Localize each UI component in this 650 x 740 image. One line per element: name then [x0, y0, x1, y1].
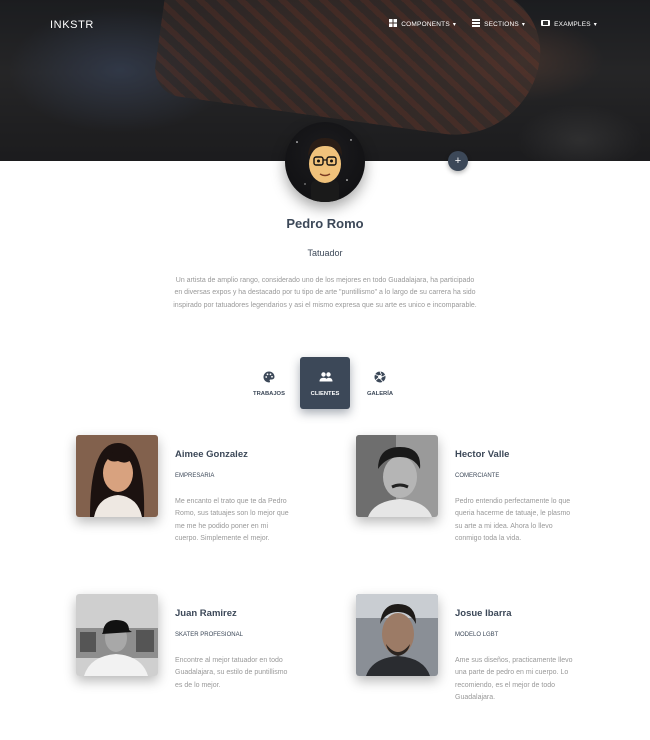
profile-role: Tatuador: [307, 248, 343, 258]
client-title: MODELO LGBT: [455, 632, 499, 638]
profile-name: Pedro Romo: [286, 216, 364, 231]
client-photo: [76, 594, 158, 676]
tab-trabajos[interactable]: TRABAJOS: [244, 357, 294, 409]
client-name: Juan Ramirez: [175, 608, 237, 619]
brand-logo[interactable]: INKSTR: [50, 19, 94, 31]
client-title: COMERCIANTE: [455, 473, 500, 479]
client-photo: [356, 435, 438, 517]
add-button[interactable]: +: [448, 151, 468, 171]
navbar: COMPONENTS ▾ SECTIONS ▾ EXAMPLES ▾: [389, 19, 650, 29]
camera-aperture-icon: [374, 371, 386, 383]
client-name: Josue Ibarra: [455, 608, 512, 619]
profile-avatar: [285, 122, 365, 202]
palette-grid-icon: [389, 19, 398, 29]
client-card: Josue Ibarra MODELO LGBT Ame sus diseños…: [356, 594, 596, 724]
palette-icon: [263, 371, 275, 383]
nav-components[interactable]: COMPONENTS ▾: [389, 19, 456, 29]
tab-galeria[interactable]: GALERÍA: [355, 357, 405, 409]
client-title: EMPRESARIA: [175, 473, 215, 479]
client-name: Hector Valle: [455, 449, 510, 460]
profile-tabs: TRABAJOS CLIENTES GALERÍA: [0, 357, 650, 411]
client-quote: Encontre al mejor tatuador en todo Guada…: [175, 657, 288, 689]
client-photo: [76, 435, 158, 517]
layers-icon: [472, 19, 481, 29]
client-card: Hector Valle COMERCIANTE Pedro entendio …: [356, 435, 596, 565]
people-icon: [319, 371, 333, 383]
caret-down-icon: ▾: [521, 21, 526, 28]
nav-examples[interactable]: EXAMPLES ▾: [541, 19, 597, 29]
nav-sections[interactable]: SECTIONS ▾: [472, 19, 525, 29]
client-name: Aimee Gonzalez: [175, 449, 248, 460]
client-photo: [356, 594, 438, 676]
profile-bio: Un artista de amplio rango, considerado …: [173, 277, 477, 309]
client-title: SKATER PROFESIONAL: [175, 632, 243, 638]
caret-down-icon: ▾: [452, 21, 457, 28]
client-quote: Ame sus diseños, practicamente llevo una…: [455, 657, 573, 701]
client-card: Aimee Gonzalez EMPRESARIA Me encanto el …: [76, 435, 316, 565]
caret-down-icon: ▾: [593, 21, 597, 28]
client-quote: Pedro entendio perfectamente lo que quer…: [455, 498, 571, 542]
client-quote: Me encanto el trato que te da Pedro Romo…: [175, 498, 289, 542]
client-card: Juan Ramirez SKATER PROFESIONAL Encontre…: [76, 594, 316, 724]
window-icon: [541, 19, 551, 29]
tab-clientes[interactable]: CLIENTES: [300, 357, 350, 409]
